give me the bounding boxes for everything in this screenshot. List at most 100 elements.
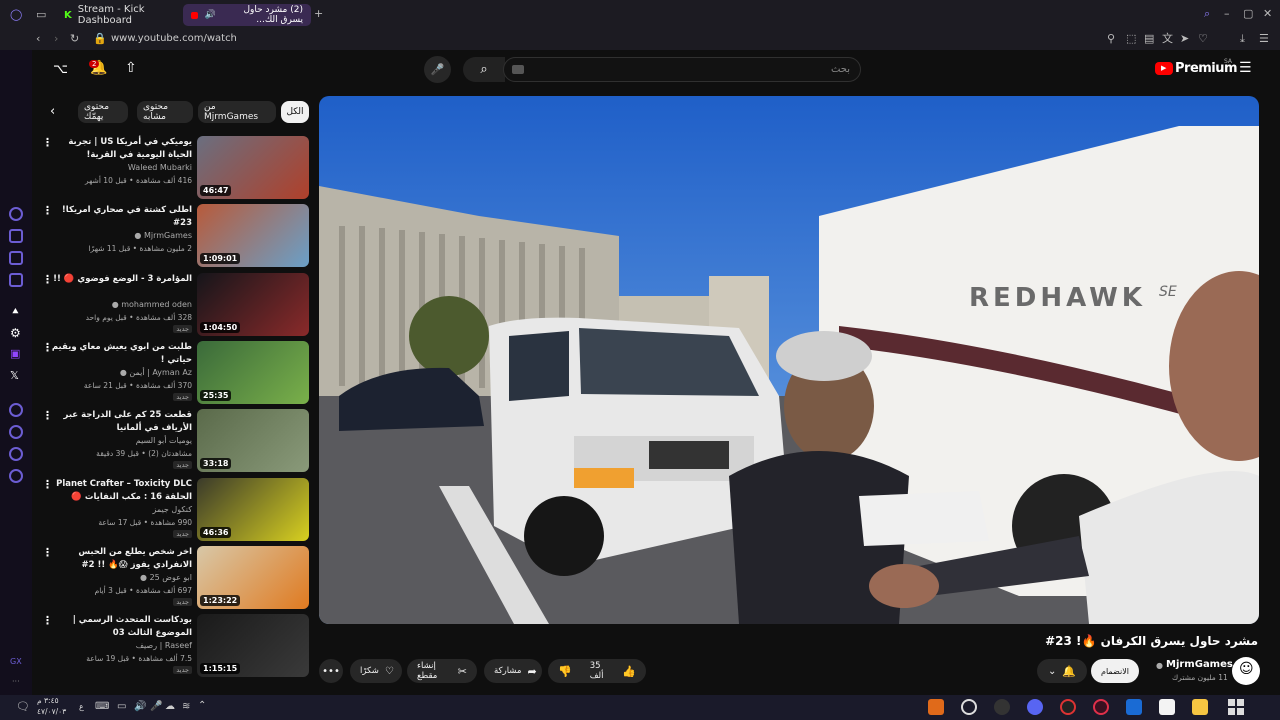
recommendation-channel[interactable]: ابو عوض 25 ● [140,573,192,582]
recommendation-channel[interactable]: MjrmGames ● [134,231,192,240]
search-button[interactable]: ⌕ [463,57,505,82]
taskbar-store-icon[interactable] [1159,699,1175,715]
video-thumbnail[interactable]: 25:35 [197,340,309,404]
voice-search-button[interactable]: 🎤 [424,56,451,83]
mic-tray-icon[interactable]: 🎤 [150,701,162,712]
taskbar-app-1-icon[interactable] [928,699,944,715]
kebab-menu-icon[interactable]: ⋮ [42,342,53,353]
video-player[interactable]: REDHAWK SE [319,96,1259,624]
kebab-menu-icon[interactable]: ⋮ [42,274,53,285]
kebab-menu-icon[interactable]: ⋮ [42,615,53,626]
tab-kick-dashboard[interactable]: K Stream - Kick Dashboard [56,4,180,26]
opera-logo-icon[interactable]: ◯ [10,9,22,21]
kebab-menu-icon[interactable]: ⋮ [42,410,53,421]
recommendation-title[interactable]: طلبت من ابوي يعيش معاي ويقيم حياتي ! [44,341,192,367]
recommendation-item[interactable]: 33:18 قطعت 25 كم على الدراجة عبر الأرياف … [36,409,310,473]
recommendation-channel[interactable]: كنكول جيمز [152,505,192,514]
video-thumbnail[interactable]: 33:18 [197,409,309,473]
keyboard-tray-icon[interactable]: ⌨ [95,701,109,712]
gmail-icon[interactable] [9,273,23,287]
recommendation-item[interactable]: 1:04:50 المؤامرة 3 - الوضع فوضوي 🔴 !! moha… [36,272,310,337]
taskbar-start-icon[interactable] [1228,699,1244,715]
download-icon[interactable]: ⤓ [1240,33,1245,45]
video-thumbnail[interactable]: 1:23:22 [197,545,309,609]
recommendation-title[interactable]: اطلى كشتة في صحاري امريكا! 23# [44,204,192,230]
thanks-button[interactable]: شكرًا ♡ [350,659,402,683]
recommendation-channel[interactable]: Raseef | رصيف [136,641,192,650]
tab-overview-icon[interactable]: ▭ [36,9,46,21]
pin-icon[interactable]: ⚲ [1107,33,1115,45]
audio-playing-icon[interactable]: 🔊 [204,10,215,20]
more-icon[interactable]: ··· [12,677,20,686]
reader-icon[interactable]: ▤ [1144,33,1154,45]
translate-icon[interactable]: 文 [1162,33,1173,45]
back-icon[interactable]: ‹ [36,33,40,45]
history-icon[interactable] [9,425,23,439]
youtube-logo-icon[interactable]: ▶ [1155,62,1173,75]
taskbar-obs-icon[interactable] [961,699,977,715]
taskbar-opera-gx-icon[interactable] [1093,699,1109,715]
reload-icon[interactable]: ↻ [70,33,79,45]
x-icon[interactable]: 𝕏 [10,369,19,382]
taskbar-outlook-icon[interactable] [1126,699,1142,715]
video-thumbnail[interactable]: 46:36 [197,477,309,541]
volume-tray-icon[interactable]: 🔊 [134,701,146,712]
tab-youtube-video[interactable]: 🔊 (2) مشرد حاول يسرق الك... [183,4,311,26]
join-button[interactable]: الانضمام [1091,659,1139,683]
kebab-menu-icon[interactable]: ⋮ [42,479,53,490]
taskbar-date[interactable]: ٤٧/٠٧/٠٣ [37,707,66,716]
channel-name[interactable]: MjrmGames [1166,659,1233,670]
video-thumbnail[interactable]: 1:15:15 [197,614,309,678]
forward-icon[interactable]: › [54,33,58,45]
search-input[interactable]: بحث [503,57,861,82]
more-actions-button[interactable]: ••• [319,659,343,683]
kebab-menu-icon[interactable]: ⋮ [42,547,53,558]
like-icon[interactable]: 👍 [622,665,636,678]
kick-sidebar-icon[interactable]: ⯅ [11,305,20,319]
aria-icon[interactable] [9,207,23,221]
recommendation-channel[interactable]: Ayman Az | أيمن ● [120,368,192,377]
kebab-menu-icon[interactable]: ⋮ [42,205,53,216]
recommendation-channel[interactable]: mohammed oden ● [112,300,192,309]
search-tabs-icon[interactable]: ⌕ [1204,8,1210,20]
recommendation-title[interactable]: اخر شخص يطلع من الحبس الانفرادي يفوز 😱🔥 … [44,546,192,572]
recommendation-item[interactable]: 1:15:15 بودكاست المتحدث الرسمي | الموضوع … [36,614,310,678]
chips-back-icon[interactable]: ‹ [50,104,55,119]
recommendation-title[interactable]: قطعت 25 كم على الدراجة عبر الأرياف في أل… [44,409,192,435]
kebab-menu-icon[interactable]: ⋮ [42,137,53,148]
like-count[interactable]: 35 ألف [590,661,617,681]
recommendation-item[interactable]: 1:09:01 اطلى كشتة في صحاري امريكا! 23# Mjr… [36,204,310,268]
subscribed-button[interactable]: ⌄ 🔔 [1037,659,1087,683]
recommendation-title[interactable]: يوميكي في أمريكا US | تجربة الحياة اليوم… [44,136,192,162]
dislike-icon[interactable]: 👎 [558,665,572,678]
recommendation-title[interactable]: المؤامرة 3 - الوضع فوضوي 🔴 !! [44,273,192,286]
video-thumbnail[interactable]: 1:04:50 [197,272,309,336]
input-language[interactable]: ع [79,702,84,711]
chatgpt-icon[interactable]: ⚙ [10,326,21,340]
network-tray-icon[interactable]: ☁ [165,701,175,712]
twitch-icon[interactable]: ▣ [10,347,20,360]
gx-icon[interactable]: GX [10,657,22,666]
menu-icon[interactable]: ☰ [1259,33,1269,45]
send-icon[interactable]: ➤ [1180,33,1189,45]
taskbar-app-3-icon[interactable] [994,699,1010,715]
snapshot-icon[interactable]: ⬚ [1126,33,1136,45]
minimize-icon[interactable]: – [1224,8,1230,20]
upload-icon[interactable]: ⇧ [125,60,137,76]
share-button[interactable]: مشاركة ➦ [484,659,542,683]
bookmark-heart-icon[interactable]: ♡ [1198,33,1208,45]
notification-center-icon[interactable]: 🗨 [16,700,30,713]
clip-button[interactable]: إنشاء مقطع ✂ [407,659,477,683]
maximize-icon[interactable]: ▢ [1243,8,1253,20]
create-icon[interactable]: ⌥ [53,62,68,77]
close-icon[interactable]: ✕ [1263,8,1272,20]
chip-from-channel[interactable]: من MjrmGames [198,101,276,123]
taskbar-discord-icon[interactable] [1027,699,1043,715]
recommendation-item[interactable]: 46:47 يوميكي في أمريكا US | تجربة الحياة … [36,136,310,200]
hamburger-menu-icon[interactable]: ☰ [1239,60,1252,76]
chip-related[interactable]: محتوى مشابه [137,101,193,123]
tray-overflow-icon[interactable]: ⌃ [198,700,206,711]
recommendation-item[interactable]: 46:36 Planet Crafter – Toxicity DLC الحلق… [36,477,310,542]
taskbar-app-5-icon[interactable] [1060,699,1076,715]
new-tab-icon[interactable]: + [314,8,323,20]
